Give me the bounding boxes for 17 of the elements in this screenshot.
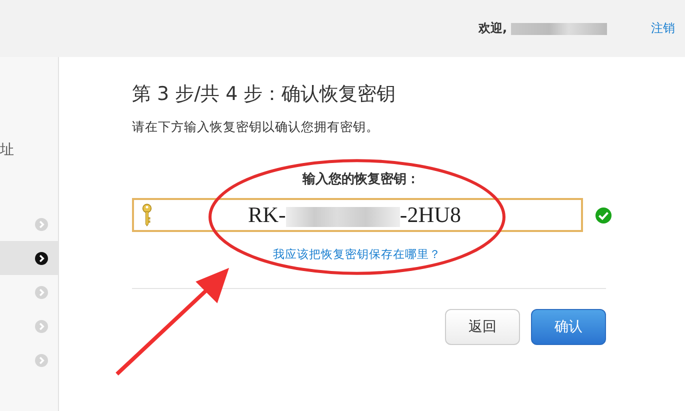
- chevron-icon: [35, 218, 48, 230]
- step-title: 第 3 步/共 4 步：确认恢复密钥: [132, 82, 397, 107]
- confirm-button[interactable]: 确认: [531, 309, 606, 345]
- chevron-icon: [35, 286, 48, 298]
- chevron-icon: [35, 354, 48, 366]
- chevron-icon: [35, 252, 48, 264]
- chevron-icon: [35, 320, 48, 332]
- sidebar-item[interactable]: 址: [0, 141, 14, 159]
- logout-link[interactable]: 注销: [651, 20, 675, 37]
- description-text: 请在下方输入恢复密钥以确认您拥有密钥。: [132, 119, 380, 136]
- recovery-key-field[interactable]: RK- -2HU8: [132, 198, 583, 232]
- welcome-text: 欢迎,: [478, 20, 507, 37]
- help-link[interactable]: 我应该把恢复密钥保存在哪里？: [273, 247, 441, 261]
- key-icon: [142, 202, 152, 228]
- sidebar-item[interactable]: [0, 241, 58, 275]
- field-label: 输入您的恢复密钥：: [301, 170, 420, 188]
- back-button[interactable]: 返回: [445, 309, 520, 345]
